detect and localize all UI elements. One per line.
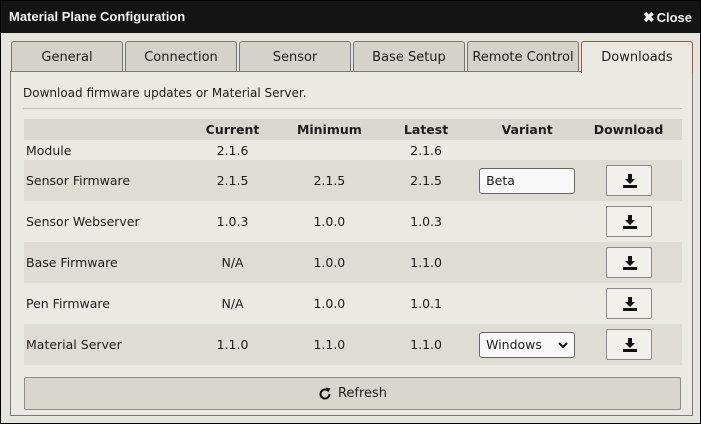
col-name [24,119,180,140]
row-current: 2.1.6 [216,142,249,158]
row-download [575,242,682,283]
downloads-table: Current Minimum Latest Variant Download … [24,119,682,365]
divider [23,108,682,109]
row-download [575,140,682,160]
row-current: N/A [179,242,286,283]
tab-general[interactable]: General [11,41,123,72]
download-icon [622,297,637,311]
row-download [575,160,682,201]
table-row: Base Firmware N/A 1.0.0 1.1.0 [24,242,682,283]
row-name: Pen Firmware [26,296,110,311]
row-minimum: 1.0.0 [285,242,374,283]
config-window: Material Plane Configuration ✖ Close Gen… [0,0,701,424]
row-name: Sensor Firmware [24,160,180,201]
row-latest: 2.1.5 [373,160,480,201]
row-variant [479,201,575,242]
row-latest: 1.1.0 [373,324,480,365]
col-latest: Latest [373,119,480,140]
close-x-icon: ✖ [642,9,655,25]
row-variant [479,283,575,324]
row-name: Base Firmware [24,242,180,283]
row-current: 2.1.5 [179,160,286,201]
table-header: Current Minimum Latest Variant Download [24,119,682,140]
close-label: Close [656,10,692,25]
tab-remote-control[interactable]: Remote Control [467,41,579,72]
tab-base-setup[interactable]: Base Setup [353,41,465,72]
row-variant: Windows [479,324,576,365]
col-download: Download [575,119,682,140]
row-latest: 1.0.1 [410,296,442,311]
variant-select[interactable]: Windows [479,331,576,358]
row-latest: 1.1.0 [373,242,480,283]
col-variant: Variant [479,119,576,140]
title-bar[interactable]: Material Plane Configuration ✖ Close [1,1,700,33]
refresh-button[interactable]: Refresh [24,377,681,410]
row-variant [479,242,576,283]
row-latest: 2.1.6 [410,142,442,158]
row-minimum: 2.1.5 [285,160,374,201]
download-button[interactable] [605,329,652,360]
downloads-panel: Download firmware updates or Material Se… [10,71,693,416]
refresh-label: Refresh [337,386,388,401]
row-download [575,324,682,365]
table-row: Module 2.1.6 2.1.6 [24,140,682,160]
row-minimum: 1.1.0 [285,324,374,365]
row-minimum: 1.0.0 [313,296,346,311]
row-minimum [286,140,373,160]
table-row: Sensor Firmware 2.1.5 2.1.5 2.1.5 Beta [24,160,682,201]
download-icon [622,174,637,188]
tab-connection[interactable]: Connection [125,41,237,72]
row-variant [479,140,575,160]
table-row: Pen Firmware N/A 1.0.0 1.0.1 [24,283,682,324]
row-name: Sensor Webserver [26,214,140,229]
table-row: Sensor Webserver 1.0.3 1.0.0 1.0.3 [24,201,682,242]
row-name: Module [26,142,72,158]
row-current: N/A [221,296,244,311]
close-button[interactable]: ✖ Close [643,9,692,26]
variant-select[interactable]: Beta [479,167,576,194]
download-button[interactable] [605,165,652,196]
download-button[interactable] [605,288,652,319]
refresh-icon [319,387,331,400]
download-icon [622,215,637,229]
row-latest: 1.0.3 [410,214,442,229]
variant-select-value: Beta [486,172,515,188]
col-minimum: Minimum [285,119,374,140]
row-download [575,201,682,242]
col-current: Current [179,119,286,140]
download-icon [622,256,637,270]
download-icon [622,338,637,352]
row-minimum: 1.0.0 [313,214,346,229]
row-current: 1.0.3 [216,214,249,229]
tab-sensor[interactable]: Sensor [239,41,351,72]
download-button[interactable] [605,206,652,237]
chevron-down-icon [558,341,568,348]
row-name: Material Server [24,324,180,365]
row-variant: Beta [479,160,576,201]
window-title: Material Plane Configuration [9,9,186,24]
row-current: 1.1.0 [179,324,286,365]
downloads-description: Download firmware updates or Material Se… [23,86,307,100]
variant-select-value: Windows [486,336,542,352]
table-row: Material Server 1.1.0 1.1.0 1.1.0 Window… [24,324,682,365]
download-button[interactable] [605,247,652,278]
row-download [575,283,682,324]
tab-downloads[interactable]: Downloads [581,41,693,73]
